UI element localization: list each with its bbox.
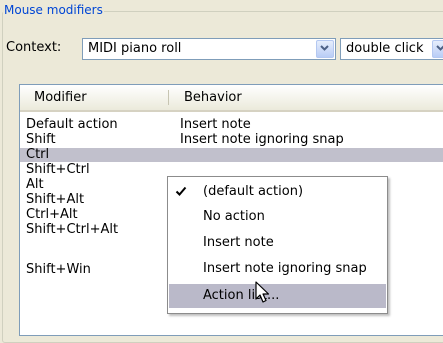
modifier-cell: Shift+Ctrl <box>26 162 90 177</box>
context-dropdown[interactable]: MIDI piano roll <box>82 38 336 60</box>
modifier-cell: Default action <box>26 117 118 132</box>
menu-item-label: No action <box>203 209 265 224</box>
behavior-context-menu: (default action) No action Insert note I… <box>167 176 388 314</box>
menu-item-no-action[interactable]: No action <box>169 205 386 229</box>
table-row[interactable]: Shift Insert note ignoring snap <box>20 132 443 147</box>
behavior-cell: Insert note ignoring snap <box>180 132 344 147</box>
modifier-cell: Shift+Ctrl+Alt <box>26 222 119 237</box>
checkmark-icon <box>175 185 187 201</box>
table-row[interactable]: Shift+Ctrl <box>20 162 443 177</box>
menu-item-label: (default action) <box>203 184 304 199</box>
modifier-cell: Ctrl <box>26 147 50 162</box>
menu-item-label: Insert note <box>203 235 274 250</box>
column-header-modifier[interactable]: Modifier <box>34 90 87 106</box>
menu-item-default-action[interactable]: (default action) <box>169 180 386 204</box>
context-value: MIDI piano roll <box>88 41 182 56</box>
modifier-cell: Shift+Win <box>26 262 91 277</box>
column-header-behavior[interactable]: Behavior <box>184 90 242 106</box>
modifier-cell: Alt <box>26 177 44 192</box>
modifier-cell: Shift+Alt <box>26 192 85 207</box>
menu-item-label: Insert note ignoring snap <box>203 261 367 276</box>
menu-item-insert-note[interactable]: Insert note <box>169 231 386 255</box>
action-dropdown[interactable]: double click <box>340 38 443 60</box>
table-header: Modifier Behavior <box>20 85 443 112</box>
modifier-cell: Shift <box>26 132 56 147</box>
chevron-down-icon[interactable] <box>316 40 334 58</box>
chevron-down-icon[interactable] <box>432 40 443 58</box>
table-row-selected[interactable]: Ctrl <box>20 147 443 162</box>
group-title: Mouse modifiers <box>3 3 104 17</box>
action-value: double click <box>346 41 424 56</box>
context-label: Context: <box>6 40 62 55</box>
column-divider[interactable] <box>168 90 169 105</box>
mouse-pointer-icon <box>255 281 271 309</box>
modifier-cell: Ctrl+Alt <box>26 207 78 222</box>
behavior-cell: Insert note <box>180 117 251 132</box>
table-row[interactable]: Default action Insert note <box>20 117 443 132</box>
menu-item-insert-note-ignoring-snap[interactable]: Insert note ignoring snap <box>169 257 386 281</box>
menu-item-action-list[interactable]: Action list... <box>169 284 386 308</box>
